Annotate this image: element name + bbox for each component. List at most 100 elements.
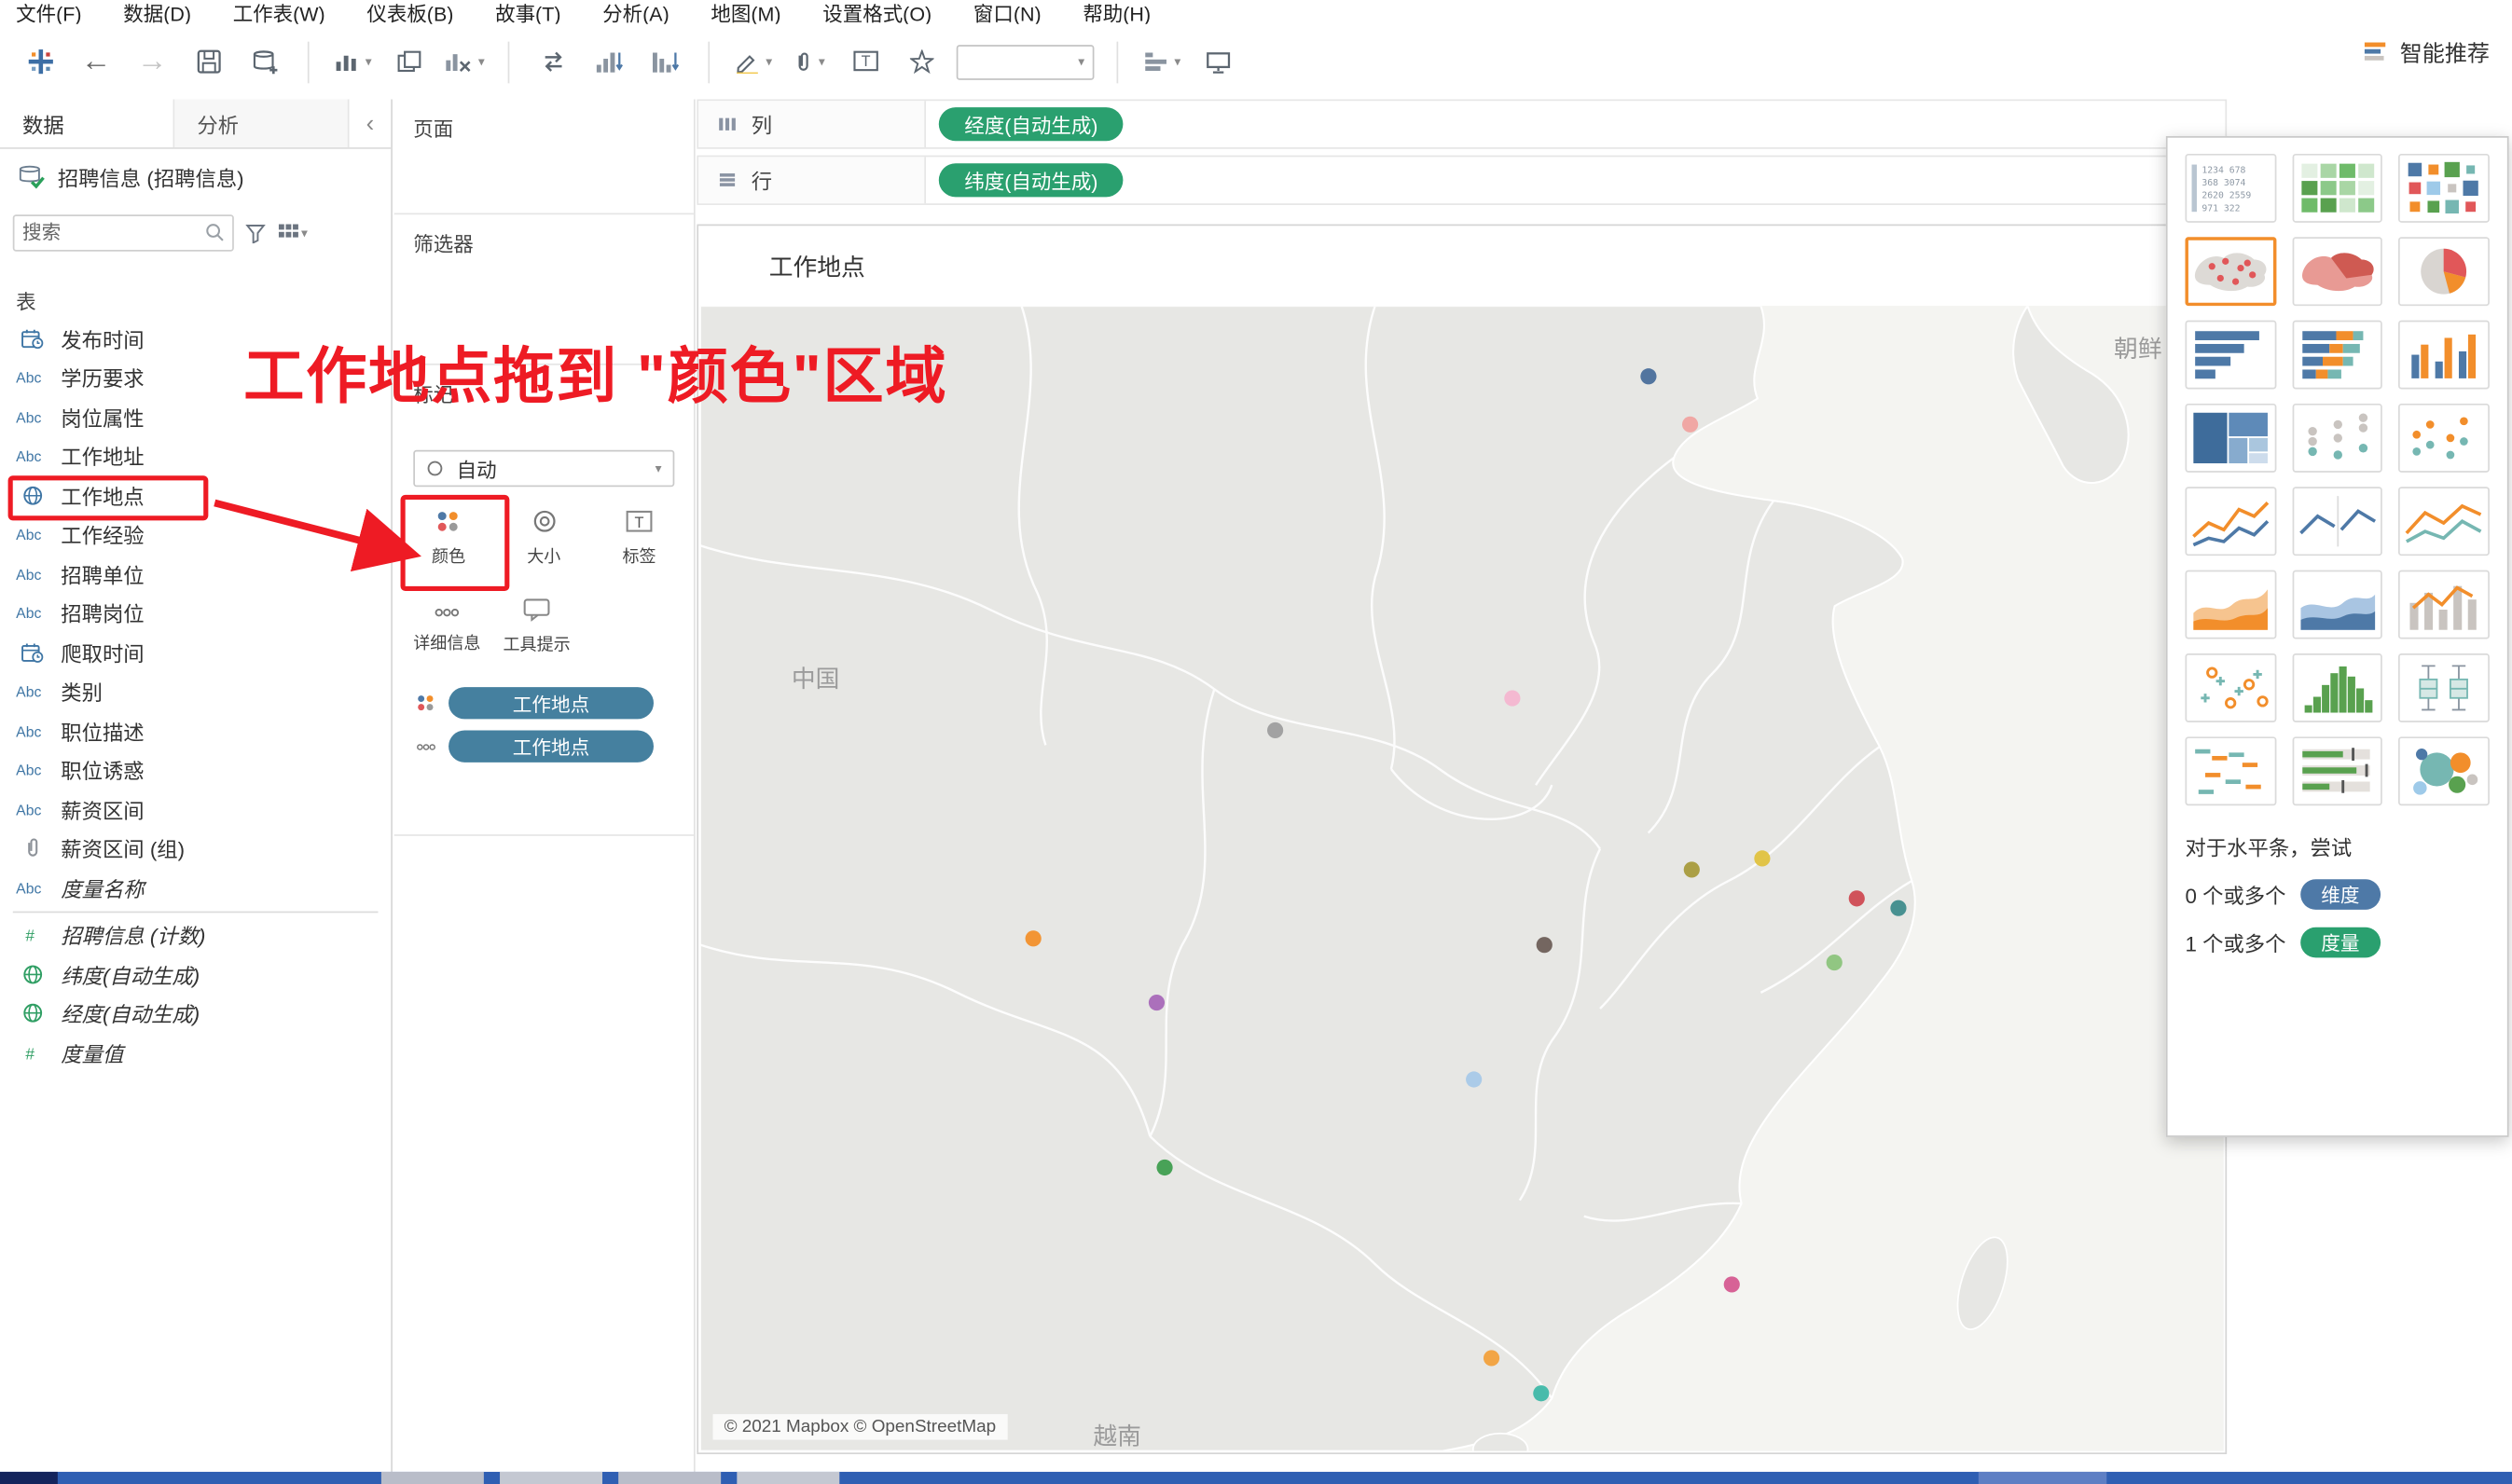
show-me-option-highlight-table[interactable] xyxy=(2292,154,2382,223)
filter-fields-icon[interactable] xyxy=(245,222,266,242)
measure-req-text: 1 个或多个 xyxy=(2185,928,2285,958)
show-me-button[interactable]: 智能推荐 xyxy=(2363,37,2490,69)
view-options-icon[interactable]: ▾ xyxy=(277,223,308,242)
field-label: 学历要求 xyxy=(61,363,144,393)
color-icon xyxy=(413,694,438,712)
show-me-option-histogram[interactable] xyxy=(2292,653,2382,722)
field-row[interactable]: Abc度量名称 xyxy=(0,868,391,907)
show-me-option-box-and-whisker[interactable] xyxy=(2399,653,2490,722)
columns-pill[interactable]: 经度(自动生成) xyxy=(939,107,1124,141)
show-me-option-stacked-bar[interactable] xyxy=(2292,321,2382,390)
label-button[interactable]: T标签 xyxy=(607,502,671,574)
svg-text:Abc: Abc xyxy=(16,607,41,622)
svg-text:#: # xyxy=(25,1044,35,1061)
svg-text:#: # xyxy=(25,927,35,943)
field-row[interactable]: Abc类别 xyxy=(0,672,391,711)
show-me-option-text-table[interactable]: 1234 678368 30742620 2559971 322 xyxy=(2185,154,2275,223)
show-me-option-dual-combination[interactable] xyxy=(2399,570,2490,639)
sort-descending-button[interactable] xyxy=(644,37,686,86)
field-row[interactable]: Abc职位描述 xyxy=(0,711,391,750)
fit-dropdown[interactable]: ▾ xyxy=(957,44,1095,79)
field-row[interactable]: 爬取时间 xyxy=(0,633,391,672)
search-box[interactable] xyxy=(13,213,234,251)
dimension-req-pill: 维度 xyxy=(2300,879,2381,910)
sort-ascending-button[interactable] xyxy=(588,37,630,86)
show-me-option-scatter-plot[interactable] xyxy=(2185,653,2275,722)
tab-data[interactable]: 数据 xyxy=(0,100,174,148)
detail-button[interactable]: 详细信息 xyxy=(413,591,480,663)
field-row[interactable]: 薪资区间 (组) xyxy=(0,829,391,868)
datasource-item[interactable]: 招聘信息 (招聘信息) xyxy=(0,149,391,203)
rows-pill[interactable]: 纬度(自动生成) xyxy=(939,163,1124,197)
field-row[interactable]: Abc工作地址 xyxy=(0,436,391,475)
tables-section-label: 表 xyxy=(0,281,391,319)
show-me-option-area-continuous[interactable] xyxy=(2185,570,2275,639)
show-me-option-gantt[interactable] xyxy=(2185,736,2275,805)
swap-axes-button[interactable] xyxy=(531,37,573,86)
show-me-option-circle-view[interactable] xyxy=(2292,404,2382,473)
undo-button[interactable]: ← xyxy=(76,37,117,86)
canvas: 列 经度(自动生成) 行 纬度(自动生成) 工作地点 xyxy=(697,100,2227,1455)
show-me-option-symbol-map[interactable] xyxy=(2185,237,2275,306)
show-me-option-side-by-side-circle[interactable] xyxy=(2399,404,2490,473)
dimension-req-text: 0 个或多个 xyxy=(2185,879,2285,910)
field-row[interactable]: 经度(自动生成) xyxy=(0,994,391,1033)
mark-shape-icon xyxy=(426,460,444,477)
rows-shelf[interactable]: 纬度(自动生成) xyxy=(926,157,2225,203)
show-me-option-packed-bubbles[interactable] xyxy=(2399,736,2490,805)
redo-button[interactable]: → xyxy=(131,37,173,86)
svg-text:Abc: Abc xyxy=(16,685,41,700)
field-row[interactable]: #度量值 xyxy=(0,1033,391,1072)
field-row[interactable]: Abc职位诱惑 xyxy=(0,750,391,790)
field-label: 职位描述 xyxy=(61,716,144,747)
size-button[interactable]: 大小 xyxy=(512,502,576,574)
show-hide-cards-button[interactable]: ▾ xyxy=(1140,37,1182,86)
field-row[interactable]: Abc薪资区间 xyxy=(0,790,391,829)
field-row[interactable]: 纬度(自动生成) xyxy=(0,955,391,994)
size-icon xyxy=(530,509,559,538)
marks-pill-detail[interactable]: 工作地点 xyxy=(449,730,654,762)
show-me-option-area-discrete[interactable] xyxy=(2292,570,2382,639)
show-me-option-bullet-graph[interactable] xyxy=(2292,736,2382,805)
show-me-option-treemap[interactable] xyxy=(2185,404,2275,473)
tab-analytics[interactable]: 分析 xyxy=(174,100,349,148)
show-me-panel: 1234 678368 30742620 2559971 322 对于水平条，尝… xyxy=(2166,136,2509,1137)
field-label: 招聘岗位 xyxy=(61,598,144,628)
search-input[interactable] xyxy=(22,221,183,243)
marks-buttons-row2: 详细信息工具提示 xyxy=(413,591,674,663)
columns-shelf[interactable]: 经度(自动生成) xyxy=(926,101,2225,147)
clear-sheet-button[interactable]: ▾ xyxy=(444,37,486,86)
marks-pill-color[interactable]: 工作地点 xyxy=(449,687,654,719)
fix-axes-button[interactable] xyxy=(901,37,943,86)
field-row[interactable]: Abc 招聘岗位 xyxy=(0,594,391,633)
mark-type-label: 自动 xyxy=(457,453,497,484)
new-worksheet-button[interactable]: ▾ xyxy=(332,37,374,86)
presentation-mode-button[interactable] xyxy=(1196,37,1238,86)
group-members-button[interactable]: ▾ xyxy=(788,37,830,86)
tab-data-label: 数据 xyxy=(22,108,64,139)
collapse-pane-button[interactable]: ‹ xyxy=(350,100,392,148)
mark-type-dropdown[interactable]: 自动 ▾ xyxy=(413,450,674,488)
map-view[interactable]: 朝鲜中国越南 © 2021 Mapbox © OpenStreetMap xyxy=(700,306,2224,1450)
pages-shelf[interactable]: 页面 xyxy=(394,100,694,215)
show-me-option-heat-map[interactable] xyxy=(2399,154,2490,223)
show-me-option-pie-chart[interactable] xyxy=(2399,237,2490,306)
field-row[interactable]: #招聘信息 (计数) xyxy=(0,915,391,955)
show-me-option-side-by-side-bar[interactable] xyxy=(2399,321,2490,390)
duplicate-sheet-button[interactable] xyxy=(388,37,430,86)
show-me-option-dual-line[interactable] xyxy=(2399,487,2490,556)
svg-text:971 322: 971 322 xyxy=(2201,203,2240,213)
save-button[interactable] xyxy=(187,37,229,86)
show-me-option-line-continuous[interactable] xyxy=(2185,487,2275,556)
highlight-button[interactable]: ▾ xyxy=(732,37,774,86)
show-me-option-horizontal-bar[interactable] xyxy=(2185,321,2275,390)
tooltip-button[interactable]: 工具提示 xyxy=(503,591,570,663)
map-attribution: © 2021 Mapbox © OpenStreetMap xyxy=(713,1414,1008,1439)
map-region-label: 朝鲜 xyxy=(2114,331,2162,364)
show-mark-labels-button[interactable]: T xyxy=(844,37,886,86)
show-me-option-line-discrete[interactable] xyxy=(2292,487,2382,556)
map-labels: 朝鲜中国越南 xyxy=(700,306,2224,1450)
columns-icon xyxy=(718,116,738,132)
show-me-option-filled-map[interactable] xyxy=(2292,237,2382,306)
new-datasource-button[interactable] xyxy=(243,37,285,86)
